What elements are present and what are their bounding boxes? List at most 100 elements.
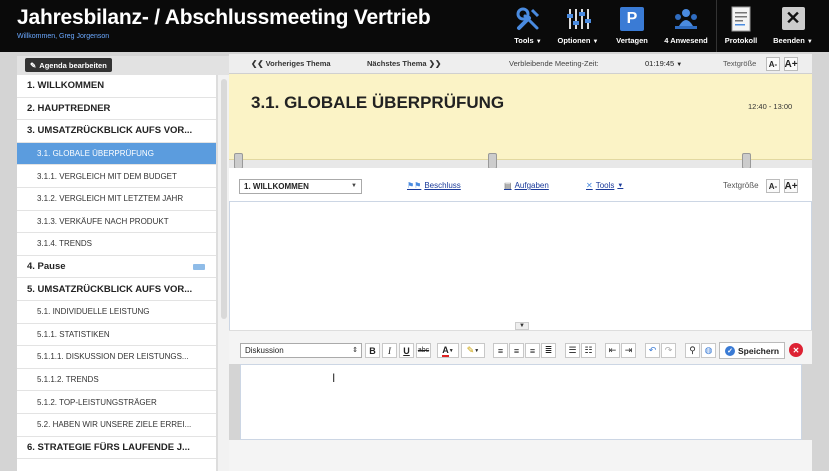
- attendees-icon: [672, 3, 700, 34]
- underline-button[interactable]: U: [399, 343, 414, 358]
- agenda-item[interactable]: 3. UMSATZRÜCKBLICK AUFS VOR...: [17, 120, 216, 143]
- topic-select[interactable]: 1. WILLKOMMEN ▼: [239, 179, 362, 194]
- agenda-item[interactable]: 5.1. INDIVIDUELLE LEISTUNG: [17, 301, 216, 324]
- redo-button[interactable]: ↷: [661, 343, 676, 358]
- topic-panel: 3.1. GLOBALE ÜBERPRÜFUNG 12:40 - 13:00: [229, 74, 812, 160]
- topic-title: 3.1. GLOBALE ÜBERPRÜFUNG: [251, 93, 505, 112]
- updown-icon: ⇕: [352, 347, 358, 354]
- agenda-item[interactable]: 4. Pause: [17, 256, 216, 279]
- bullet-list-icon: ☰: [568, 345, 577, 355]
- double-chevron-left-icon: ❮❮: [251, 59, 264, 68]
- align-left-icon: ≡: [497, 345, 504, 356]
- font-bigger-button[interactable]: A+: [784, 179, 798, 193]
- agenda-scrollbar[interactable]: [217, 75, 229, 471]
- agenda-list: 1. WILLKOMMEN 2. HAUPTREDNER 3. UMSATZRÜ…: [17, 75, 217, 471]
- flags-icon: ⚑⚑: [407, 181, 422, 190]
- topic-nav-bar: ❮❮ Vorheriges Thema Nächstes Thema ❯❯ Ve…: [229, 54, 812, 74]
- indent-button[interactable]: ⇥: [621, 343, 636, 358]
- agenda-item[interactable]: 1. WILLKOMMEN: [17, 75, 216, 98]
- align-center-button[interactable]: ≡: [509, 343, 524, 358]
- agenda-item[interactable]: 5. UMSATZRÜCKBLICK AUFS VOR...: [17, 278, 216, 301]
- next-topic-link[interactable]: Nächstes Thema ❯❯: [367, 59, 441, 68]
- double-chevron-right-icon: ❯❯: [428, 59, 442, 68]
- close-icon: ✕: [781, 3, 805, 34]
- undo-button[interactable]: ↶: [645, 343, 660, 358]
- parking-icon: P: [620, 3, 644, 34]
- font-color-button[interactable]: A ▼: [437, 343, 459, 358]
- sliders-icon: [565, 3, 591, 34]
- notes-display-area[interactable]: ▼: [229, 202, 812, 330]
- undo-icon: ↶: [648, 345, 657, 355]
- indent-icon: ⇥: [624, 345, 633, 355]
- tools-menu-link[interactable]: ✕ Tools ▼: [586, 181, 623, 190]
- highlight-button[interactable]: ✎ ▼: [461, 343, 485, 358]
- globe-icon: ◍: [704, 345, 713, 355]
- bullet-list-button[interactable]: ☰: [565, 343, 580, 358]
- agenda-item[interactable]: 3.1.3. VERKÄUFE NACH PRODUKT: [17, 211, 216, 234]
- resize-divider[interactable]: [229, 153, 812, 169]
- tools-button[interactable]: Tools ▼: [508, 3, 548, 49]
- break-icon: [193, 263, 205, 270]
- align-right-icon: ≡: [529, 345, 536, 356]
- agenda-item[interactable]: 3.1.2. VERGLEICH MIT LETZTEM JAHR: [17, 188, 216, 211]
- redo-icon: ↷: [664, 345, 673, 355]
- notes-editor[interactable]: I: [240, 364, 802, 440]
- agenda-item[interactable]: 3.1.1. VERGLEICH MIT DEM BUDGET: [17, 165, 216, 188]
- beenden-button[interactable]: ✕ Beenden ▼: [769, 3, 817, 49]
- agenda-item[interactable]: 3.1.4. TRENDS: [17, 233, 216, 256]
- numbered-list-button[interactable]: ☷: [581, 343, 596, 358]
- tools-icon: ✕: [586, 181, 593, 190]
- link-button[interactable]: ◍: [701, 343, 716, 358]
- attach-button[interactable]: ⚲: [685, 343, 700, 358]
- outdent-icon: ⇤: [608, 345, 617, 355]
- font-smaller-button[interactable]: A-: [766, 57, 780, 71]
- outdent-button[interactable]: ⇤: [605, 343, 620, 358]
- save-button[interactable]: ✓ Speichern: [719, 342, 786, 359]
- style-select[interactable]: Diskussion ⇕: [240, 343, 362, 358]
- meeting-title: Jahresbilanz- / Abschlussmeeting Vertrie…: [17, 6, 431, 29]
- cancel-icon[interactable]: ✕: [789, 343, 803, 357]
- agenda-item[interactable]: 5.2. HABEN WIR UNSERE ZIELE ERREI...: [17, 414, 216, 437]
- align-left-button[interactable]: ≡: [493, 343, 508, 358]
- align-right-button[interactable]: ≡: [525, 343, 540, 358]
- justify-icon: ≣: [544, 345, 553, 355]
- toolbar-separator: [716, 0, 717, 52]
- font-size-label: Textgröße: [723, 181, 759, 190]
- justify-button[interactable]: ≣: [541, 343, 556, 358]
- font-size-label: Textgröße: [723, 59, 757, 68]
- text-cursor-icon: I: [332, 371, 336, 385]
- previous-topic-link[interactable]: ❮❮ Vorheriges Thema: [251, 59, 331, 68]
- bold-button[interactable]: B: [365, 343, 380, 358]
- agenda-toolbar: ✎ Agenda bearbeiten: [17, 56, 229, 75]
- aufgaben-link[interactable]: ▤ Aufgaben: [504, 181, 549, 190]
- highlighter-icon: ✎: [466, 345, 475, 355]
- strikethrough-button[interactable]: abc: [416, 343, 431, 358]
- agenda-item[interactable]: 5.1.1. STATISTIKEN: [17, 324, 216, 347]
- agenda-item-active[interactable]: 3.1. GLOBALE ÜBERPRÜFUNG: [17, 142, 216, 166]
- chevron-down-icon: ▼: [351, 183, 357, 189]
- protokoll-button[interactable]: Protokoll: [721, 3, 761, 49]
- scrollbar-thumb[interactable]: [221, 79, 227, 319]
- font-smaller-button[interactable]: A-: [766, 179, 780, 193]
- font-bigger-button[interactable]: A+: [784, 57, 798, 71]
- agenda-item[interactable]: 5.1.1.1. DISKUSSION DER LEISTUNGS...: [17, 346, 216, 369]
- resize-handle[interactable]: [234, 153, 243, 169]
- agenda-item[interactable]: 6. STRATEGIE FÜRS LAUFENDE J...: [17, 437, 216, 460]
- resize-handle[interactable]: [742, 153, 751, 169]
- expand-down-icon[interactable]: ▼: [515, 322, 529, 330]
- beschluss-link[interactable]: ⚑⚑ Beschluss: [407, 181, 461, 190]
- vertagen-button[interactable]: P Vertagen: [612, 3, 652, 49]
- agenda-item[interactable]: 5.1.1.2. TRENDS: [17, 369, 216, 392]
- options-button[interactable]: Optionen ▼: [555, 3, 601, 49]
- app-header: Jahresbilanz- / Abschlussmeeting Vertrie…: [0, 0, 829, 52]
- agenda-item[interactable]: 2. HAUPTREDNER: [17, 98, 216, 121]
- attendees-button[interactable]: 4 Anwesend: [660, 3, 712, 49]
- editor-toolbar: Diskussion ⇕ B I U abc A ▼ ✎ ▼ ≡ ≡ ≡ ≣ ☰ ☷…: [229, 330, 812, 364]
- agenda-item[interactable]: 5.1.2. TOP-LEISTUNGSTRÄGER: [17, 391, 216, 414]
- resize-handle[interactable]: [488, 153, 497, 169]
- document-icon: [730, 3, 752, 34]
- page-margin: [812, 54, 829, 471]
- italic-button[interactable]: I: [382, 343, 397, 358]
- remaining-time[interactable]: 01:19:45 ▼: [645, 59, 682, 68]
- edit-agenda-button[interactable]: ✎ Agenda bearbeiten: [25, 58, 112, 72]
